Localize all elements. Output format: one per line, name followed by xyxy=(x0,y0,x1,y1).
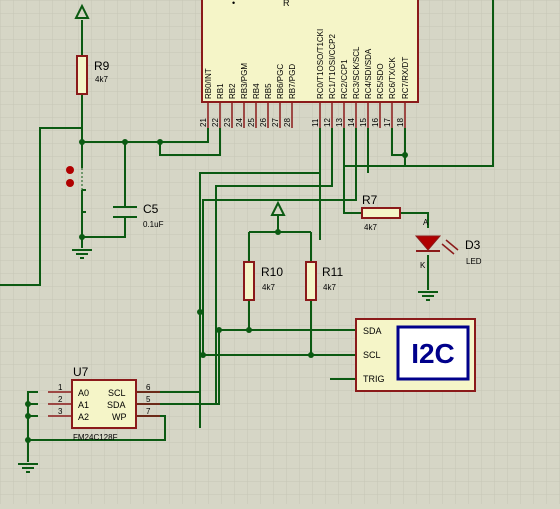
r7-name: R7 xyxy=(362,193,378,207)
button-dot-top xyxy=(66,166,74,174)
mcu-pin-label: RC5/SDO xyxy=(376,63,385,99)
d3-value: LED xyxy=(466,257,482,266)
i2c-pin-sda: SDA xyxy=(363,326,382,336)
mcu-pin-label: RC3/SCK/SCL xyxy=(352,46,361,99)
mcu-pin-label: RC7/RX/DT xyxy=(401,57,410,99)
mcu-pin-number: 16 xyxy=(371,118,380,127)
mcu-pin-label: RC6/TX/CK xyxy=(388,57,397,99)
u7-pin-num: 2 xyxy=(58,395,63,404)
u7-pin-label: SDA xyxy=(107,400,126,410)
mcu-pin-number: 24 xyxy=(235,118,244,127)
mcu-pin-label: RC1/T1OSI/CCP2 xyxy=(328,34,337,99)
mcu-pin-number: 28 xyxy=(283,118,292,127)
mcu-pin-label: RB1 xyxy=(216,83,225,99)
r11-body xyxy=(305,261,317,301)
mcu-pin-label: RC0/T1OSO/T1CKI xyxy=(316,29,325,99)
mcu-pin-number: 18 xyxy=(396,118,405,127)
mcu-pin-number: 25 xyxy=(247,118,256,127)
r7-value: 4k7 xyxy=(364,223,377,232)
button-dot-bottom xyxy=(66,179,74,187)
u7-pin-label: A1 xyxy=(78,400,89,410)
mcu-pin-number: 12 xyxy=(323,118,332,127)
mcu-pin-label: RB0/INT xyxy=(204,68,213,99)
r7-body xyxy=(361,207,401,219)
i2c-debugger[interactable]: I2C SDA SCL TRIG xyxy=(355,318,476,392)
r9-body xyxy=(76,55,88,95)
mcu-pin-label: RC4/SDI/SDA xyxy=(364,48,373,99)
mcu-pin-label: RB2 xyxy=(228,83,237,99)
u7-pin-num: 1 xyxy=(58,383,63,392)
svg-text:•: • xyxy=(232,0,235,8)
r9-name: R9 xyxy=(94,59,110,73)
mcu-pin-number: 13 xyxy=(335,118,344,127)
i2c-pin-trig: TRIG xyxy=(363,374,385,384)
d3-name: D3 xyxy=(465,238,481,252)
mcu-pin-number: 23 xyxy=(223,118,232,127)
u7-pin-num: 5 xyxy=(146,395,151,404)
r9-value: 4k7 xyxy=(95,75,108,84)
u7-pin-num: 7 xyxy=(146,407,151,416)
r10-value: 4k7 xyxy=(262,283,275,292)
r11-value: 4k7 xyxy=(323,283,336,292)
u7-pin-label: WP xyxy=(112,412,127,422)
u7-part: FM24C128F xyxy=(73,433,118,442)
r10-body xyxy=(243,261,255,301)
schematic-svg: RB0/INT21RB122RB223RB3/PGM24RB425RB526RB… xyxy=(0,0,560,504)
led-cathode-label: K xyxy=(420,261,426,270)
mcu-fragment-label: R xyxy=(283,0,290,8)
u7-pin-label: A0 xyxy=(78,388,89,398)
i2c-pin-scl: SCL xyxy=(363,350,381,360)
r10-name: R10 xyxy=(261,265,283,279)
mcu-pin-label: RB7/PGD xyxy=(288,64,297,99)
mcu-pin-number: 14 xyxy=(347,118,356,127)
i2c-label: I2C xyxy=(411,338,455,369)
mcu-pin-label: RB5 xyxy=(264,83,273,99)
u7-pin-label: SCL xyxy=(108,388,126,398)
mcu-pin-number: 17 xyxy=(383,118,392,127)
mcu-pin-number: 15 xyxy=(359,118,368,127)
c5-value: 0.1uF xyxy=(143,220,164,229)
u7-name: U7 xyxy=(73,365,89,379)
led-anode-label: A xyxy=(423,218,429,227)
mcu-pin-number: 26 xyxy=(259,118,268,127)
r11-name: R11 xyxy=(322,265,343,279)
mcu-pin-number: 22 xyxy=(211,118,220,127)
mcu-pin-label: RB6/PGC xyxy=(276,64,285,99)
u7-pin-label: A2 xyxy=(78,412,89,422)
u7-pin-num: 3 xyxy=(58,407,63,416)
mcu-pin-label: RB3/PGM xyxy=(240,63,249,99)
mcu-pin-label: RC2/CCP1 xyxy=(340,59,349,99)
schematic-canvas: RB0/INT 21 RB1 22 RB2 23 RB3/PGM 24 RB4 25 RB5 26 RB… xyxy=(0,0,560,504)
mcu-pin-number: 11 xyxy=(311,118,320,127)
mcu-pin-number: 27 xyxy=(271,118,280,127)
c5-name: C5 xyxy=(143,202,159,216)
mcu-pin-label: RB4 xyxy=(252,83,261,99)
u7-pin-num: 6 xyxy=(146,383,151,392)
mcu-pin-number: 21 xyxy=(199,118,208,127)
